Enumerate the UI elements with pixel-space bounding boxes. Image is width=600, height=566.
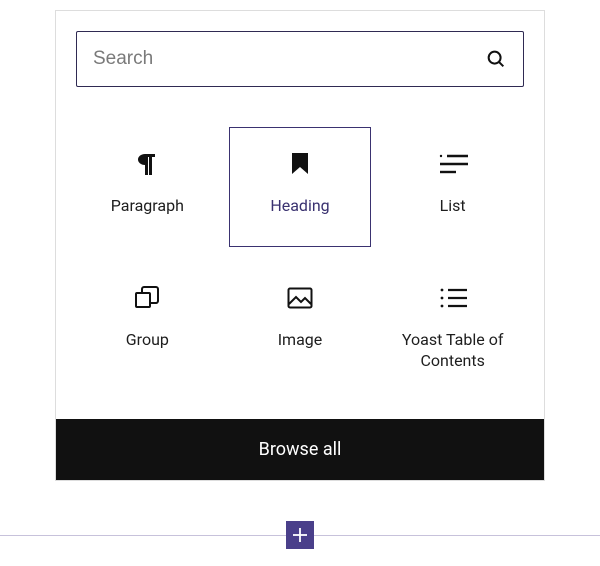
search-icon[interactable] — [485, 48, 507, 70]
block-label: List — [440, 196, 466, 217]
block-label: Heading — [270, 196, 329, 217]
add-block-button[interactable] — [286, 521, 314, 549]
group-icon — [134, 284, 160, 312]
block-image[interactable]: Image — [229, 261, 372, 391]
search-input[interactable] — [93, 48, 485, 70]
search-box[interactable] — [76, 31, 524, 87]
browse-all-label: Browse all — [259, 439, 342, 460]
block-label: Image — [278, 330, 323, 351]
bookmark-icon — [290, 150, 310, 178]
block-label: Group — [126, 330, 169, 351]
block-yoast-toc[interactable]: Yoast Table of Contents — [381, 261, 524, 391]
block-list[interactable]: List — [381, 127, 524, 247]
block-inserter-panel: Paragraph Heading List — [55, 10, 545, 481]
block-label: Paragraph — [111, 196, 184, 217]
paragraph-icon — [135, 150, 159, 178]
block-paragraph[interactable]: Paragraph — [76, 127, 219, 247]
list-icon — [438, 150, 468, 178]
toc-icon — [439, 284, 467, 312]
plus-icon — [291, 526, 309, 544]
block-group[interactable]: Group — [76, 261, 219, 391]
browse-all-button[interactable]: Browse all — [56, 419, 544, 480]
search-wrap — [56, 11, 544, 87]
block-label: Yoast Table of Contents — [388, 330, 517, 372]
block-heading[interactable]: Heading — [229, 127, 372, 247]
blocks-grid: Paragraph Heading List — [56, 87, 544, 419]
image-icon — [287, 284, 313, 312]
